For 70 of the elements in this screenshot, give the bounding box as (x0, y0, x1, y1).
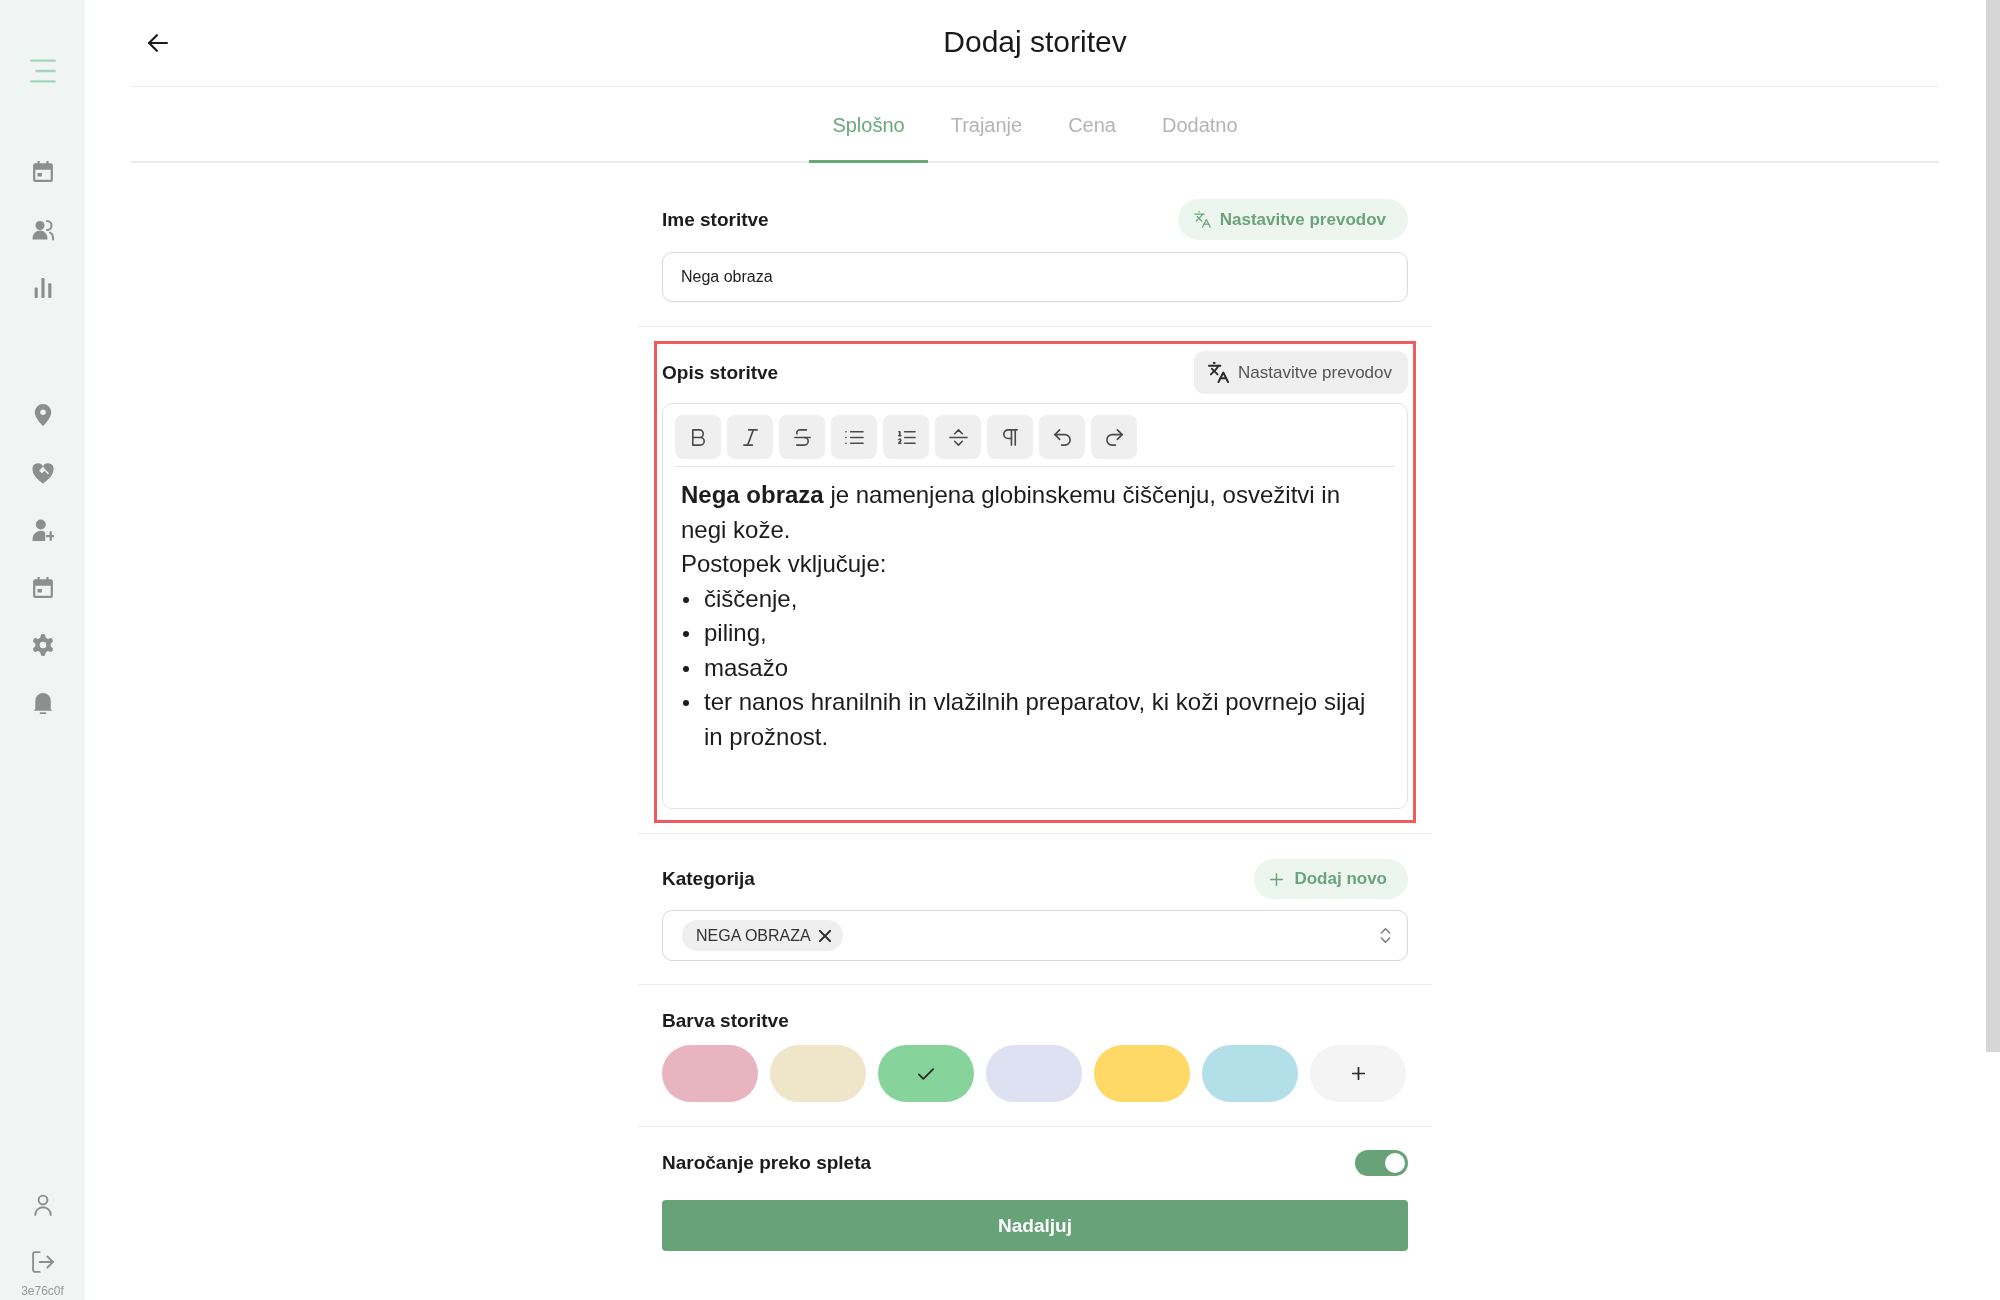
chevron-up-down-icon (1380, 928, 1391, 943)
pilcrow-icon (1000, 427, 1020, 447)
tab[interactable]: Cena (1045, 87, 1139, 163)
tab[interactable]: Splošno (809, 87, 928, 163)
logout-icon[interactable] (31, 1251, 54, 1273)
undo-icon (1052, 427, 1072, 447)
name-input[interactable]: Nega obraza (662, 252, 1408, 302)
users-icon[interactable] (31, 219, 54, 241)
field-label: Ime storitve (662, 208, 769, 231)
bell-icon[interactable] (31, 691, 54, 714)
color-swatch[interactable] (662, 1045, 758, 1102)
language-icon (1207, 362, 1229, 383)
add-category-button[interactable]: Dodaj novo (1254, 859, 1408, 899)
description-text: Nega obraza je namenjena globinskemu čiščenju, osvežitvi in negi kože. (681, 480, 1341, 545)
field-label: Kategorija (662, 868, 755, 890)
plus-icon (1270, 872, 1284, 886)
strikethrough-icon (792, 427, 812, 447)
tab[interactable]: Trajanje (927, 87, 1046, 163)
color-swatch[interactable] (770, 1045, 866, 1102)
undo-button[interactable] (1039, 415, 1085, 459)
strikethrough-button[interactable] (779, 415, 825, 459)
bullet-list-button[interactable] (831, 415, 877, 459)
color-swatch[interactable] (878, 1045, 974, 1102)
toggle-switch[interactable] (1355, 1150, 1408, 1176)
settings-icon[interactable] (31, 634, 54, 656)
scrollbar[interactable] (1986, 0, 2000, 1052)
paragraph-button[interactable] (987, 415, 1033, 459)
numbered-list-button[interactable] (883, 415, 929, 459)
field-label: Barva storitve (662, 1010, 789, 1031)
italic-button[interactable] (727, 415, 773, 459)
category-name: NEGA OBRAZA (696, 926, 811, 945)
check-icon (918, 1067, 934, 1080)
color-swatch[interactable] (1202, 1045, 1298, 1102)
arrow-left-icon (148, 34, 168, 52)
list-item-text: čiščenje, (704, 583, 799, 614)
bold-button[interactable] (675, 415, 721, 459)
close-icon[interactable] (818, 929, 831, 942)
list-item-text: masažo (704, 652, 790, 683)
category-select[interactable]: NEGA OBRAZA (662, 910, 1408, 961)
continue-button[interactable]: Nadaljuj (662, 1200, 1408, 1251)
user-plus-icon[interactable] (31, 519, 54, 541)
calendar-icon[interactable] (31, 161, 54, 183)
divider-button[interactable] (935, 415, 981, 459)
bullet-icon (683, 596, 689, 603)
italic-icon (740, 427, 760, 447)
color-swatch[interactable] (1094, 1045, 1190, 1102)
list-item-text: piling, (704, 618, 768, 648)
description-text: Postopek vključuje: (681, 549, 888, 579)
field-label: Naročanje preko spleta (662, 1152, 872, 1174)
translation-settings-button[interactable]: Nastavitve prevodov (1177, 199, 1408, 240)
horizontal-rule-icon (948, 427, 968, 447)
bullet-icon (683, 700, 689, 706)
version-text: 3e76c0f (21, 1284, 64, 1298)
color-swatch[interactable] (986, 1045, 1082, 1102)
redo-button[interactable] (1091, 415, 1137, 459)
bullet-icon (683, 631, 689, 637)
menu-icon[interactable] (29, 59, 56, 83)
text-editor[interactable]: Nega obraza je namenjena globinskemu čiščenju, osvežitvi in negi kože. Postopek vključuje: čiščenje, piling, masažo ter nanos hranilnih in vlažilnih preparatov, ki koži povrnejo sijaj in prožnost. (662, 403, 1408, 809)
calendar-icon[interactable] (31, 576, 54, 599)
redo-icon (1104, 427, 1124, 447)
language-icon (1193, 211, 1211, 228)
plus-icon (1351, 1067, 1365, 1080)
tab[interactable]: Dodatno (1139, 87, 1261, 163)
heart-icon[interactable] (31, 461, 54, 484)
field-label: Opis storitve (662, 361, 779, 384)
list-item-text: ter nanos hranilnih in vlažilnih preparatov, ki koži povrnejo sijaj in prožnost. (704, 687, 1367, 752)
translation-settings-button[interactable]: Nastavitve prevodov (1193, 351, 1408, 394)
bullet-icon (683, 665, 689, 672)
user-icon[interactable] (31, 1194, 54, 1216)
page-title: Dodaj storitev (943, 25, 1127, 60)
